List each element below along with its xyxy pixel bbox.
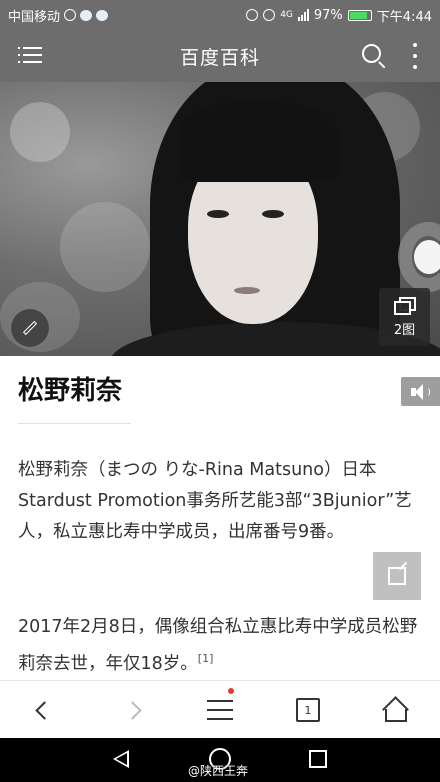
speaker-icon bbox=[410, 383, 431, 400]
article-paragraph-1: 松野莉奈（まつの りな-Rina Matsuno）日本Stardust Prom… bbox=[18, 460, 412, 542]
status-bar: 中国移动 4G 97% 下午4:44 bbox=[0, 0, 440, 30]
citation-link[interactable]: [1] bbox=[198, 652, 214, 665]
hero-image[interactable] bbox=[0, 82, 440, 356]
search-icon[interactable] bbox=[362, 44, 386, 69]
sync-icon bbox=[64, 9, 77, 21]
headset-icon bbox=[246, 9, 259, 21]
app-header: 百度百科 bbox=[0, 30, 440, 82]
share-button[interactable] bbox=[373, 552, 421, 600]
more-options-icon[interactable] bbox=[412, 43, 418, 69]
gallery-icon bbox=[393, 296, 416, 315]
tabs-button[interactable]: 1 bbox=[278, 681, 338, 739]
network-label: 4G bbox=[280, 10, 293, 20]
signal-icon bbox=[297, 9, 309, 21]
tabs-count: 1 bbox=[296, 698, 320, 722]
chevron-left-icon bbox=[34, 700, 54, 720]
paragraph-2-text: 2017年2月8日，偶像组合私立惠比寿中学成员松野莉奈去世，年仅18岁。 bbox=[18, 617, 418, 674]
home-icon bbox=[382, 696, 409, 723]
article-paragraph-2: 2017年2月8日，偶像组合私立惠比寿中学成员松野莉奈去世，年仅18岁。[1] bbox=[18, 612, 424, 680]
chevron-right-icon bbox=[122, 700, 142, 720]
article-title: 松野莉奈 bbox=[18, 376, 123, 406]
watermark: @陕西王奔 bbox=[188, 764, 249, 778]
notification-dot bbox=[228, 688, 234, 694]
share-icon bbox=[388, 561, 408, 585]
browser-menu-button[interactable] bbox=[190, 681, 250, 739]
bottom-toolbar: 1 bbox=[0, 680, 440, 738]
clock: 下午4:44 bbox=[376, 9, 432, 25]
battery-icon bbox=[347, 9, 372, 21]
hamburger-icon bbox=[207, 700, 233, 720]
nav-recents-icon[interactable] bbox=[309, 750, 327, 768]
home-button[interactable] bbox=[366, 681, 426, 739]
app-title: 百度百科 bbox=[179, 46, 260, 69]
gallery-button[interactable]: 2图 bbox=[379, 288, 430, 346]
gallery-count: 2图 bbox=[393, 322, 416, 338]
title-divider bbox=[18, 423, 131, 424]
edit-button[interactable] bbox=[10, 308, 50, 348]
read-aloud-button[interactable] bbox=[401, 377, 440, 406]
notification-icon bbox=[80, 9, 93, 21]
pencil-icon bbox=[22, 320, 38, 336]
battery-percent: 97% bbox=[313, 7, 343, 23]
forward-button[interactable] bbox=[102, 681, 162, 739]
chat-icon bbox=[96, 9, 109, 21]
carrier-label: 中国移动 bbox=[8, 9, 61, 25]
location-icon bbox=[263, 9, 276, 21]
back-button[interactable] bbox=[14, 681, 74, 739]
menu-icon[interactable] bbox=[18, 45, 42, 65]
